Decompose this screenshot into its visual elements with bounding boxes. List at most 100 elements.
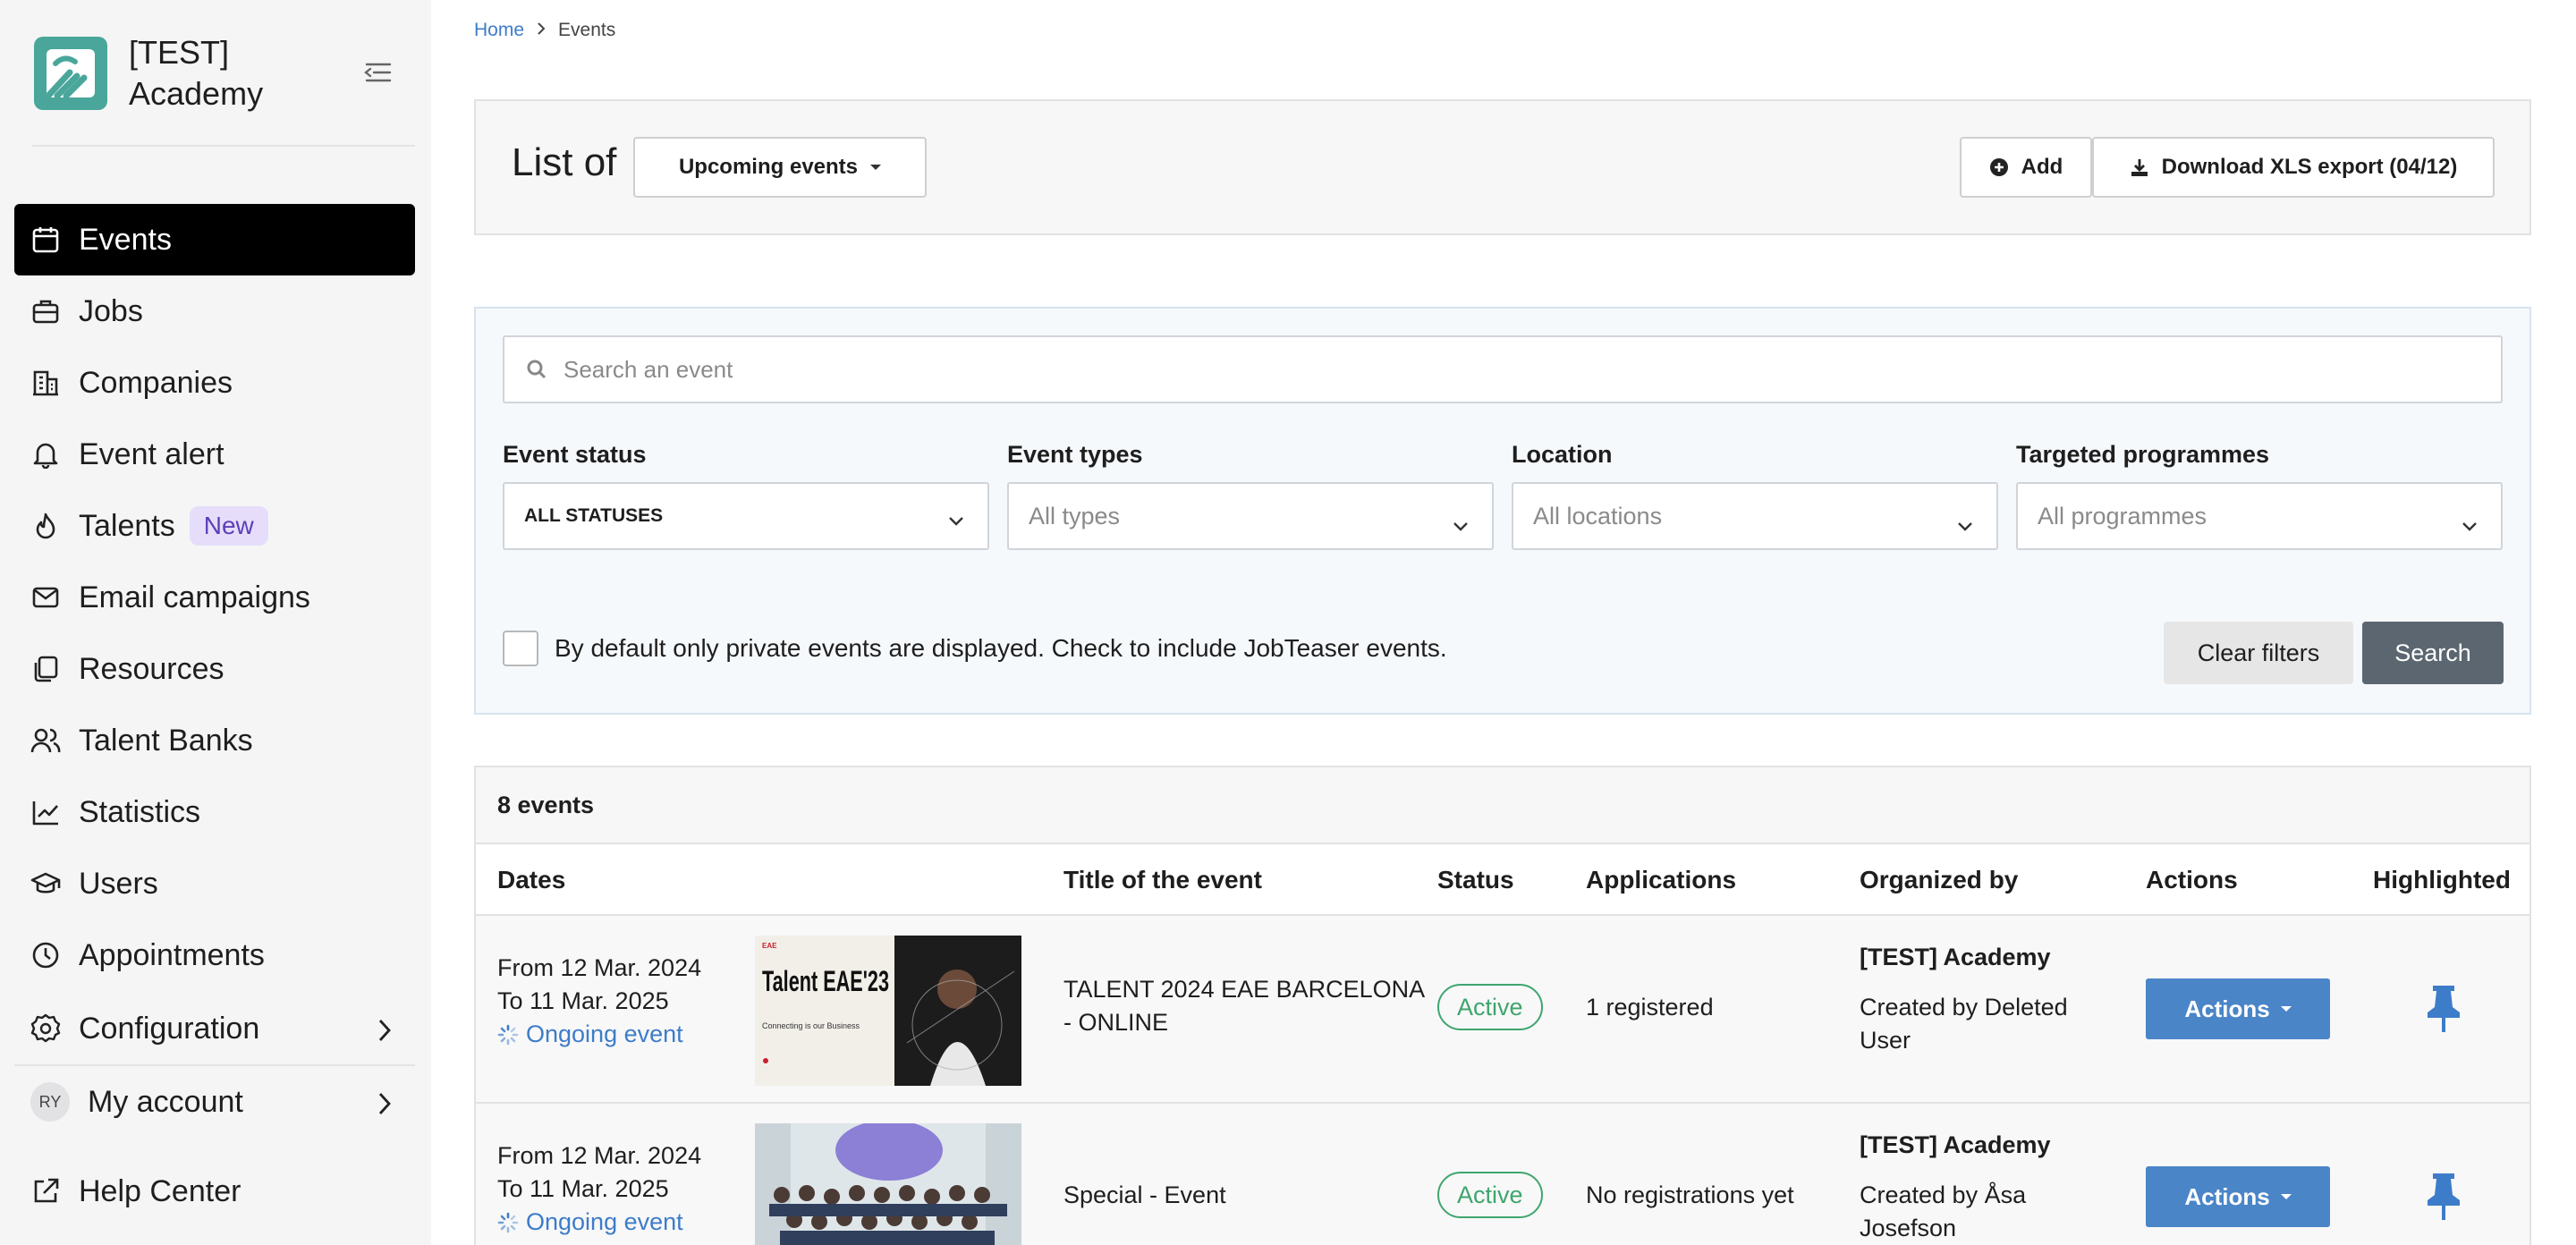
mail-icon <box>30 582 61 613</box>
sidebar-item-events[interactable]: Events <box>14 204 415 275</box>
event-title[interactable]: Special - Event <box>1063 1179 1226 1212</box>
event-status-select[interactable]: ALL STATUSES <box>503 482 989 550</box>
actions-label: Actions <box>2184 995 2270 1022</box>
plus-circle-icon <box>1989 157 2009 177</box>
download-xls-button[interactable]: Download XLS export (04/12) <box>2092 137 2495 198</box>
column-header-actions: Actions <box>2146 866 2238 894</box>
search-placeholder: Search an event <box>564 355 733 383</box>
event-title-line-1[interactable]: TALENT 2024 EAE BARCELONA <box>1063 973 1425 1006</box>
graduation-cap-icon <box>30 868 61 899</box>
list-header-panel: List of Upcoming events Add Download XLS… <box>474 99 2531 235</box>
sidebar-item-resources[interactable]: Resources <box>14 633 415 705</box>
sidebar-item-my-account[interactable]: RY My account <box>14 1066 415 1138</box>
new-badge: New <box>189 506 268 546</box>
actions-button[interactable]: Actions <box>2146 978 2330 1039</box>
column-header-dates: Dates <box>497 866 566 894</box>
event-thumbnail[interactable] <box>755 1123 1021 1245</box>
flame-icon <box>30 511 61 541</box>
sidebar-item-label: Users <box>79 866 158 901</box>
date-to: To 11 Mar. 2025 <box>497 987 669 1014</box>
sidebar-item-statistics[interactable]: Statistics <box>14 776 415 848</box>
chevron-down-icon <box>1453 511 1469 538</box>
add-button-label: Add <box>2021 155 2063 179</box>
applications-count: No registrations yet <box>1586 1181 1794 1208</box>
chevron-down-icon <box>948 511 964 532</box>
clear-filters-button[interactable]: Clear filters <box>2164 622 2353 684</box>
sidebar-item-event-alert[interactable]: Event alert <box>14 419 415 490</box>
date-from: From 12 Mar. 2024 <box>497 1142 702 1169</box>
sidebar-item-label: Configuration <box>79 1011 260 1046</box>
event-title-line-2[interactable]: - ONLINE <box>1063 1006 1168 1039</box>
chevron-right-icon <box>537 20 546 41</box>
ongoing-status: Ongoing event <box>497 1018 683 1051</box>
events-table: 8 events Dates Title of the event Status… <box>474 766 2531 1245</box>
column-header-highlighted: Highlighted <box>2373 866 2511 894</box>
sidebar-item-jobs[interactable]: Jobs <box>14 275 415 347</box>
organizer-name: [TEST] Academy <box>1860 944 2051 970</box>
date-from: From 12 Mar. 2024 <box>497 954 702 981</box>
created-by-line-2: Josefson <box>1860 1215 1957 1241</box>
sidebar-item-label: Appointments <box>79 937 265 972</box>
documents-icon <box>30 654 61 684</box>
applications-count: 1 registered <box>1586 994 1714 1021</box>
chart-line-icon <box>30 797 61 827</box>
chevron-right-icon <box>377 1089 392 1124</box>
caret-down-icon <box>870 165 882 170</box>
divider <box>32 145 415 147</box>
programmes-select[interactable]: All programmes <box>2016 482 2503 550</box>
sidebar-item-talent-banks[interactable]: Talent Banks <box>14 705 415 776</box>
sidebar-item-configuration[interactable]: Configuration <box>14 993 415 1064</box>
sidebar-item-label: Resources <box>79 651 225 686</box>
table-row[interactable]: From 12 Mar. 2024 To 11 Mar. 2025 Ongoin… <box>476 1104 2529 1245</box>
include-jobteaser-label: By default only private events are displ… <box>555 634 1447 662</box>
created-by-line-1: Created by Deleted <box>1860 994 2068 1021</box>
sidebar-item-companies[interactable]: Companies <box>14 347 415 419</box>
thumbnail-tagline: Connecting is our Business <box>762 1021 860 1030</box>
search-input[interactable]: Search an event <box>503 335 2503 403</box>
external-link-icon <box>30 1176 61 1207</box>
pin-icon[interactable] <box>2426 984 2462 1038</box>
ongoing-label: Ongoing event <box>526 1021 683 1047</box>
app-logo <box>34 37 107 110</box>
column-header-status: Status <box>1437 866 1514 894</box>
sidebar-item-appointments[interactable]: Appointments <box>14 919 415 991</box>
events-count: 8 events <box>476 767 2529 844</box>
sidebar-item-label: Talent Banks <box>79 723 253 758</box>
collapse-sidebar-icon[interactable] <box>361 59 395 86</box>
caret-down-icon <box>2280 1006 2292 1012</box>
table-row[interactable]: From 12 Mar. 2024 To 11 Mar. 2025 Ongoin… <box>476 916 2529 1104</box>
include-jobteaser-checkbox[interactable] <box>503 631 538 666</box>
location-select[interactable]: All locations <box>1512 482 1998 550</box>
search-icon <box>526 359 547 380</box>
sidebar-item-help-center[interactable]: Help Center <box>14 1156 415 1227</box>
chevron-down-icon <box>1957 511 1973 538</box>
sidebar-item-label: Statistics <box>79 794 201 829</box>
search-button[interactable]: Search <box>2362 622 2504 684</box>
brand[interactable]: [TEST] Academy <box>34 32 281 114</box>
sidebar-item-users[interactable]: Users <box>14 848 415 919</box>
sidebar-item-label: Email campaigns <box>79 580 310 614</box>
event-thumbnail[interactable]: EAE Talent EAE'23 Connecting is our Busi… <box>755 936 1021 1086</box>
sidebar-item-label: Events <box>79 222 172 257</box>
organizer-name: [TEST] Academy <box>1860 1131 2051 1158</box>
add-button[interactable]: Add <box>1960 137 2092 198</box>
sidebar-item-label: Companies <box>79 365 233 400</box>
sidebar-item-label: My account <box>88 1084 243 1119</box>
sidebar-item-label: Jobs <box>79 293 143 328</box>
sidebar-item-label: Talents <box>79 508 175 543</box>
sidebar-item-email-campaigns[interactable]: Email campaigns <box>14 562 415 633</box>
pin-icon[interactable] <box>2426 1172 2462 1226</box>
event-types-select[interactable]: All types <box>1007 482 1494 550</box>
filters-panel: Search an event Event status ALL STATUSE… <box>474 307 2531 715</box>
location-placeholder: All locations <box>1533 502 1663 529</box>
spinner-icon <box>497 1212 519 1233</box>
caret-down-icon <box>2280 1194 2292 1199</box>
breadcrumb: Home Events <box>474 20 615 41</box>
gear-icon <box>30 1013 61 1044</box>
sidebar-item-talents[interactable]: Talents New <box>14 490 415 562</box>
actions-button[interactable]: Actions <box>2146 1166 2330 1227</box>
spinner-icon <box>497 1024 519 1046</box>
chevron-down-icon <box>2462 511 2478 538</box>
view-selector-dropdown[interactable]: Upcoming events <box>633 137 927 198</box>
breadcrumb-home-link[interactable]: Home <box>474 20 524 41</box>
